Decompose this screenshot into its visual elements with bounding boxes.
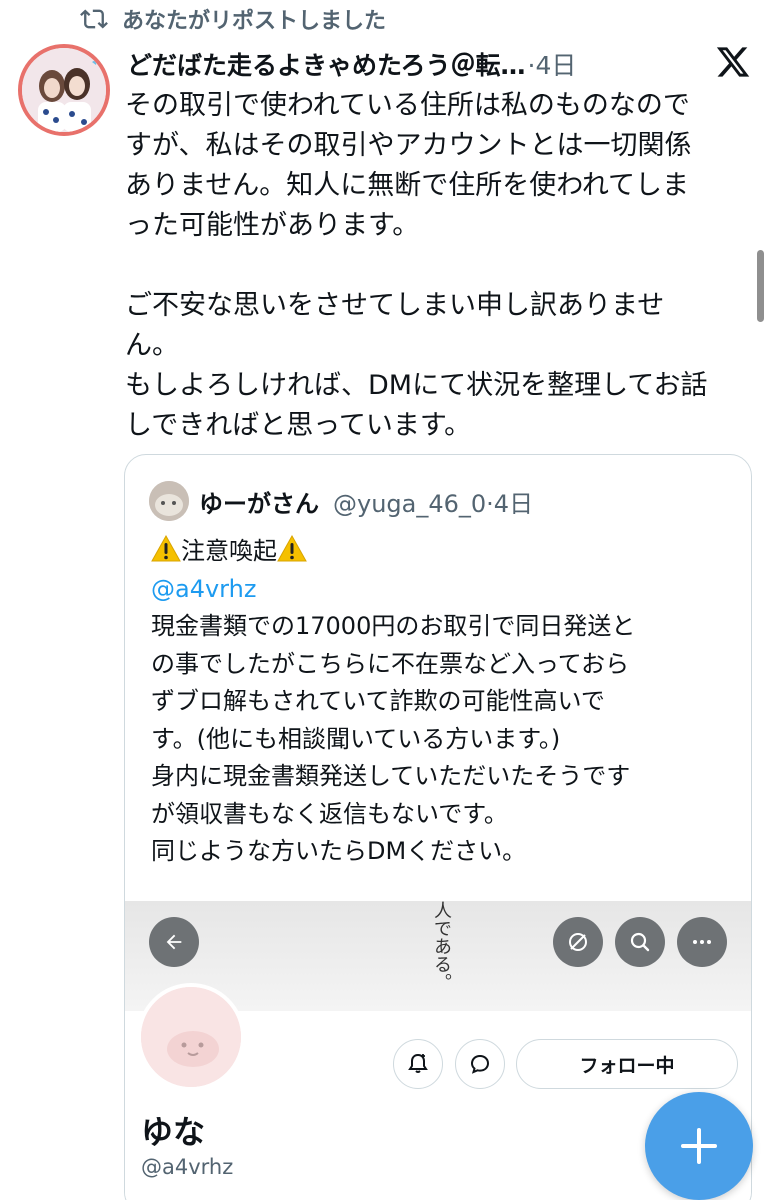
quote-body: 注意喚起 @a4vrhz 現金書類での17000円のお取引で同日発送と の事でし… — [151, 533, 736, 871]
quote-author-avatar[interactable] — [149, 481, 189, 521]
plus-icon — [681, 1128, 717, 1164]
grok-icon — [569, 933, 587, 951]
author-avatar[interactable] — [18, 44, 110, 136]
back-arrow-icon — [166, 934, 182, 950]
quote-avatar-image — [149, 481, 189, 521]
quoted-tweet-card[interactable]: ゆーがさん @yuga_46_0·4日 注意喚起 @a4vrhz 現金書類での1… — [124, 454, 752, 1200]
repost-icon — [80, 9, 108, 29]
notification-button[interactable] — [393, 1039, 443, 1089]
compose-fab-button[interactable] — [645, 1092, 753, 1200]
quote-author-name[interactable]: ゆーがさん — [199, 484, 319, 519]
tweet-line: すが、私はその取引やアカウントとは一切関係 — [125, 130, 692, 161]
quote-line: 身内に現金書類発送していただいたそうです — [151, 762, 631, 790]
tweet-body: その取引で使われている住所は私のものなので すが、私はその取引やアカウントとは一… — [125, 86, 745, 446]
search-button[interactable] — [615, 917, 665, 967]
tweet-line: もしよろしければ、DMにて状況を整理してお話 — [125, 370, 708, 401]
quote-line: が領収書もなく返信もないです。 — [151, 799, 508, 828]
tweet-line: ん。 — [125, 330, 179, 361]
tweet-line: その取引で使われている住所は私のものなので — [125, 90, 690, 121]
warning-icon — [277, 535, 307, 562]
tweet-line: った可能性があります。 — [125, 210, 420, 241]
profile-handle: @a4vrhz — [141, 1155, 234, 1179]
warning-icon — [151, 535, 181, 562]
tweet-line: ご不安な思いをさせてしまい申し訳ありませ — [125, 290, 665, 321]
x-logo-icon — [716, 47, 750, 77]
repost-indicator: あなたがリポストしました — [80, 4, 386, 34]
profile-avatar-image — [141, 987, 241, 1087]
back-button[interactable] — [149, 917, 199, 967]
quote-line: 同じような方いたらDMください。 — [151, 837, 527, 865]
message-icon — [470, 1054, 490, 1074]
quote-heading: 注意喚起 — [181, 537, 277, 565]
repost-text: あなたがリポストしました — [122, 9, 387, 34]
tweet-line: しできればと思っています。 — [125, 410, 472, 441]
tweet-timestamp[interactable]: ·4日 — [528, 46, 577, 82]
tweet-line: ありません。知人に無断で住所を使われてしま — [125, 170, 690, 201]
search-icon — [630, 932, 650, 952]
message-button[interactable] — [455, 1039, 505, 1089]
quote-line: す。(他にも相談聞いている方います。) — [151, 724, 561, 753]
more-icon — [693, 940, 711, 944]
author-name[interactable]: どだばた走るよきゃめたろう＠転… — [127, 46, 526, 82]
scrollbar[interactable] — [757, 250, 764, 322]
quote-heading-line: 注意喚起 — [151, 533, 736, 571]
avatar-image — [22, 48, 106, 132]
profile-name: ゆな — [141, 1113, 206, 1151]
mention-link[interactable]: @a4vrhz — [151, 575, 256, 603]
banner-text: 人である。 — [431, 901, 452, 991]
notification-bell-icon — [408, 1053, 428, 1073]
quote-header: ゆーがさん @yuga_46_0·4日 — [149, 481, 533, 521]
quote-line: ずブロ解もされていて詐欺の可能性高いで — [151, 687, 605, 715]
grok-button[interactable] — [553, 917, 603, 967]
tweet-header: どだばた走るよきゃめたろう＠転… ·4日 — [127, 44, 687, 84]
profile-avatar[interactable] — [137, 983, 245, 1091]
quote-line: の事でしたがこちらに不在票など入っておら — [151, 649, 630, 678]
following-button[interactable]: フォロー中 — [516, 1039, 738, 1089]
quote-handle-timestamp: @yuga_46_0·4日 — [333, 489, 534, 518]
more-button[interactable] — [677, 917, 727, 967]
quote-line: 現金書類での17000円のお取引で同日発送と — [151, 612, 636, 640]
